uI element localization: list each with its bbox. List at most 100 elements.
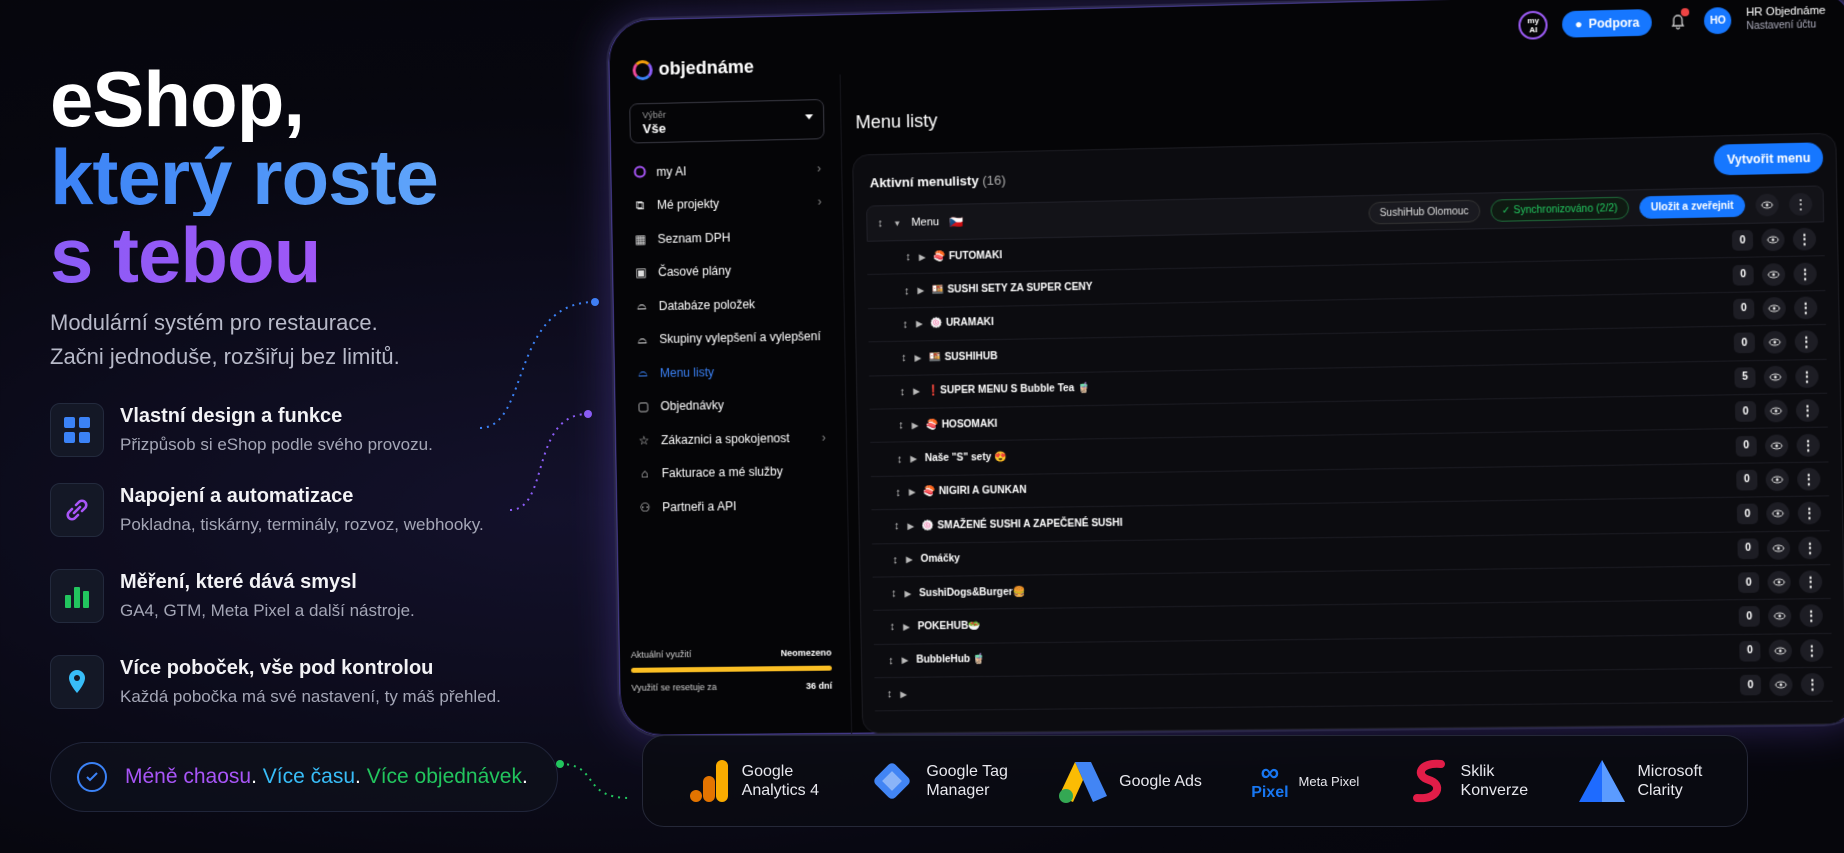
eye-icon[interactable] — [1765, 468, 1790, 492]
more-menu-icon[interactable]: ⋮ — [1795, 364, 1819, 388]
more-menu-icon[interactable]: ⋮ — [1798, 570, 1823, 594]
more-menu-icon[interactable]: ⋮ — [1793, 296, 1818, 320]
drag-handle-icon[interactable]: ↕ — [877, 217, 883, 229]
app-logo[interactable]: objednáme — [632, 56, 754, 80]
drag-handle-icon[interactable]: ↕ — [895, 487, 901, 499]
feature-design: Vlastní design a funkce Přizpůsob si eSh… — [50, 403, 530, 463]
caret-down-icon[interactable]: ▼ — [893, 218, 901, 227]
eye-icon[interactable] — [1764, 433, 1789, 457]
drag-handle-icon[interactable]: ↕ — [890, 621, 896, 633]
more-menu-icon[interactable]: ⋮ — [1798, 536, 1822, 560]
sidebar-item-items-db[interactable]: ⌓ Databáze položek — [632, 286, 829, 323]
eye-icon[interactable] — [1761, 262, 1786, 286]
eye-icon[interactable] — [1762, 296, 1786, 320]
eye-icon[interactable] — [1767, 605, 1792, 628]
more-menu-icon[interactable]: ⋮ — [1792, 227, 1817, 251]
eye-icon[interactable] — [1768, 639, 1793, 663]
more-menu-icon[interactable]: ⋮ — [1788, 192, 1813, 216]
eye-icon[interactable] — [1755, 193, 1779, 217]
feature-desc: Pokladna, tiskárny, terminály, rozvoz, w… — [120, 515, 484, 534]
more-menu-icon[interactable]: ⋮ — [1793, 262, 1817, 286]
drag-handle-icon[interactable]: ↕ — [902, 318, 908, 330]
caret-right-icon[interactable]: ▶ — [905, 589, 911, 598]
eye-icon[interactable] — [1767, 570, 1791, 594]
drag-handle-icon[interactable]: ↕ — [905, 251, 911, 263]
caret-right-icon[interactable]: ▶ — [900, 690, 906, 699]
usage-value: Neomezeno — [780, 647, 832, 659]
eye-icon[interactable] — [1763, 365, 1788, 389]
feature-title: Napojení a automatizace — [120, 485, 354, 507]
my-ai-button[interactable]: my AI — [1518, 10, 1549, 40]
caret-right-icon[interactable]: ▶ — [908, 522, 914, 531]
drag-handle-icon[interactable]: ↕ — [898, 419, 904, 431]
account-menu[interactable]: HR Objednáme Nastavení účtu — [1746, 4, 1826, 35]
more-menu-icon[interactable]: ⋮ — [1800, 673, 1825, 697]
row-label: SushiDogs&Burger🍔 — [918, 586, 1026, 599]
drag-handle-icon[interactable]: ↕ — [904, 285, 910, 297]
drag-handle-icon[interactable]: ↕ — [897, 453, 903, 465]
integration-sklik: Sklik Konverze — [1409, 758, 1528, 804]
menu-lists-panel: Aktivní menulisty (16) Vytvořit menu ↕ ▼… — [852, 132, 1844, 734]
google-tag-manager-icon — [874, 763, 911, 799]
eye-icon[interactable] — [1763, 331, 1787, 355]
avatar[interactable]: HO — [1703, 7, 1732, 35]
sidebar-item-billing[interactable]: ⌂ Fakturace a mé služby — [635, 454, 832, 491]
caret-right-icon[interactable]: ▶ — [902, 656, 908, 665]
sidebar-item-schedules[interactable]: ▣ Časové plány — [632, 252, 829, 289]
meta-icon: ∞ Pixel — [1251, 756, 1289, 801]
table-icon: ▦ — [634, 232, 647, 247]
sidebar-item-projects[interactable]: ⧉ Mé projekty › — [631, 185, 828, 223]
sidebar-item-customers[interactable]: ☆ Zákaznici a spokojenost › — [635, 420, 832, 457]
integration-gtm: Google Tag Manager — [868, 757, 1008, 805]
caret-right-icon[interactable]: ▶ — [919, 252, 925, 261]
drag-handle-icon[interactable]: ↕ — [901, 352, 907, 364]
drag-handle-icon[interactable]: ↕ — [892, 554, 898, 566]
sidebar-item-upgrades[interactable]: ⌓ Skupiny vylepšení a vylepšení — [633, 319, 830, 356]
save-publish-button[interactable]: Uložit a zveřejnit — [1639, 194, 1746, 219]
caret-right-icon[interactable]: ▶ — [918, 286, 924, 295]
sidebar-item-partners[interactable]: ⚇ Partneři a API — [636, 488, 833, 524]
sidebar-item-vat[interactable]: ▦ Seznam DPH — [631, 218, 828, 256]
caret-right-icon[interactable]: ▶ — [903, 622, 909, 631]
notifications-button[interactable] — [1666, 8, 1690, 33]
branch-chip[interactable]: SushiHub Olomouc — [1368, 199, 1481, 225]
row-label: Omáčky — [920, 553, 961, 566]
caret-right-icon[interactable]: ▶ — [915, 353, 921, 362]
caret-right-icon[interactable]: ▶ — [909, 488, 915, 497]
drag-handle-icon[interactable]: ↕ — [888, 655, 894, 667]
drag-handle-icon[interactable]: ↕ — [900, 386, 906, 398]
caret-right-icon[interactable]: ▶ — [913, 387, 919, 396]
drag-handle-icon[interactable]: ↕ — [894, 520, 900, 532]
ai-ring-icon — [632, 165, 646, 179]
caret-right-icon[interactable]: ▶ — [912, 421, 918, 430]
drag-handle-icon[interactable]: ↕ — [887, 688, 893, 700]
sidebar-item-orders[interactable]: ▢ Objednávky — [634, 387, 831, 424]
eye-icon[interactable] — [1769, 673, 1793, 697]
more-menu-icon[interactable]: ⋮ — [1800, 639, 1824, 662]
usage-label: Aktuální využití — [630, 649, 692, 660]
support-button[interactable]: ● Podpora — [1562, 8, 1653, 38]
caret-right-icon[interactable]: ▶ — [906, 555, 912, 564]
eye-icon[interactable] — [1766, 536, 1791, 560]
scope-select[interactable]: Výběr Vše — [629, 98, 825, 144]
account-settings-link[interactable]: Nastavení účtu — [1746, 18, 1826, 34]
sidebar-item-menu-lists[interactable]: ⌓ Menu listy — [634, 353, 831, 390]
more-menu-icon[interactable]: ⋮ — [1797, 501, 1822, 525]
eye-icon[interactable] — [1761, 228, 1785, 252]
sidebar-item-my-ai[interactable]: my AI › — [630, 151, 827, 189]
more-menu-icon[interactable]: ⋮ — [1795, 399, 1820, 423]
eye-icon[interactable] — [1764, 399, 1788, 423]
row-label: 🍣 NIGIRI A GUNKAN — [923, 485, 1027, 498]
more-menu-icon[interactable]: ⋮ — [1794, 330, 1819, 354]
more-menu-icon[interactable]: ⋮ — [1796, 433, 1820, 457]
drag-handle-icon[interactable]: ↕ — [891, 587, 897, 599]
pixel-label: Pixel — [1251, 783, 1289, 801]
caret-right-icon[interactable]: ▶ — [910, 454, 916, 463]
eye-icon[interactable] — [1766, 502, 1790, 526]
create-menu-button[interactable]: Vytvořit menu — [1714, 142, 1824, 176]
caret-right-icon[interactable]: ▶ — [916, 320, 922, 329]
more-menu-icon[interactable]: ⋮ — [1799, 604, 1823, 628]
more-menu-icon[interactable]: ⋮ — [1797, 467, 1821, 491]
row-count: 5 — [1734, 366, 1756, 388]
integration-name: Google Ads — [1119, 772, 1202, 790]
